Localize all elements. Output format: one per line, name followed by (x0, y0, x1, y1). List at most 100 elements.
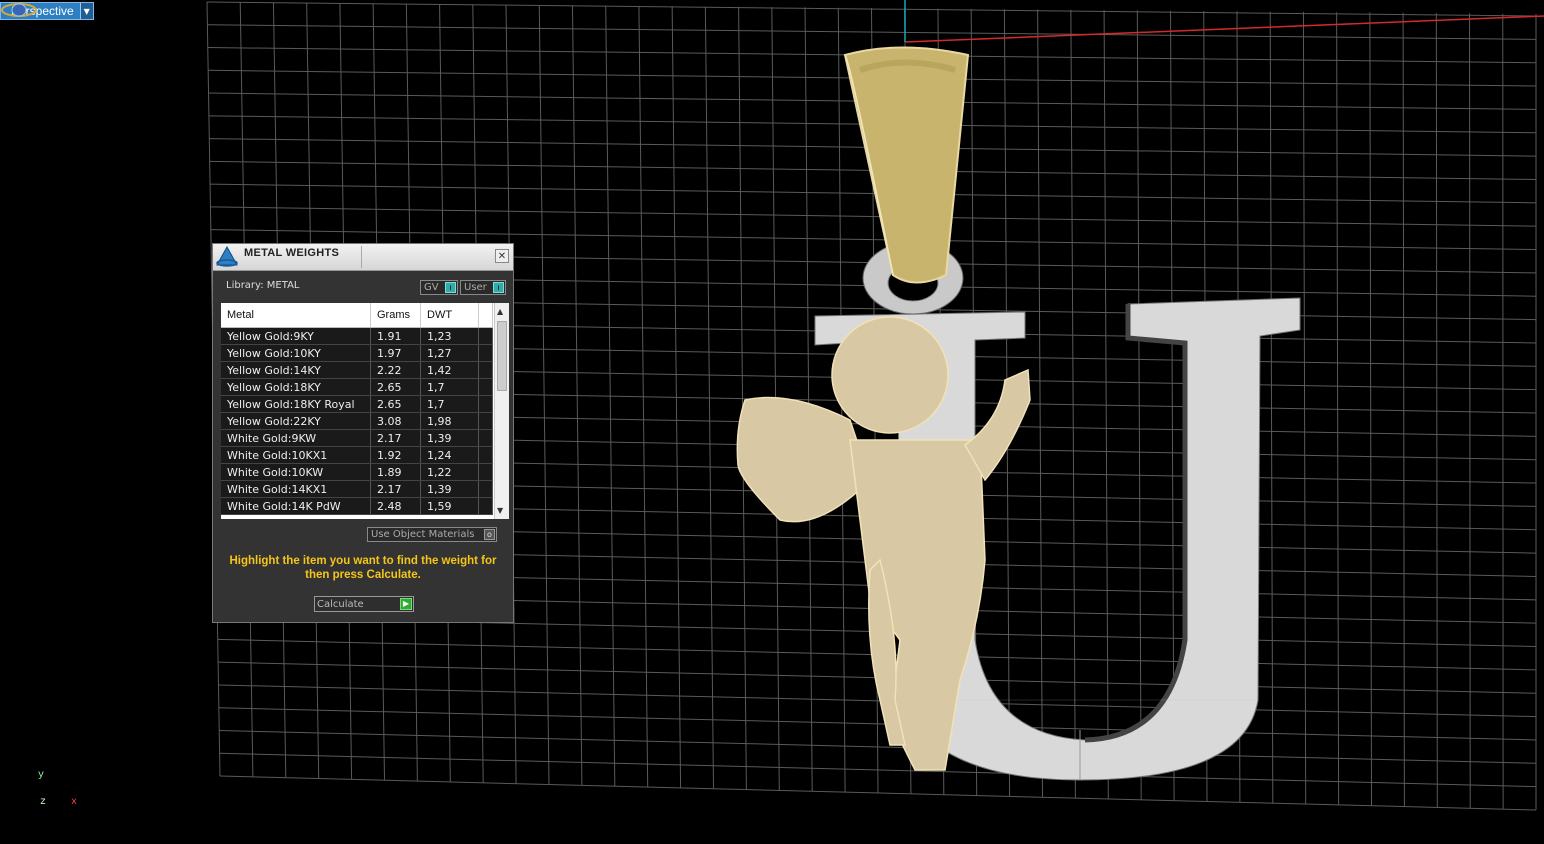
scroll-down-icon[interactable]: ▼ (497, 506, 503, 515)
pendant-bail-model[interactable] (843, 46, 970, 284)
cell-spacer (479, 328, 493, 344)
grid-line (1336, 12, 1340, 805)
table-row[interactable]: Yellow Gold:10KY 1.97 1,27 (221, 345, 493, 362)
calculate-button[interactable]: Calculate ▶ (314, 596, 414, 612)
grid-line (1369, 12, 1372, 806)
cell-spacer (479, 481, 493, 497)
grid-line (1269, 11, 1274, 804)
cell-dwt: 1,59 (421, 498, 479, 514)
scroll-up-icon[interactable]: ▲ (497, 307, 503, 316)
cell-dwt: 1,27 (421, 345, 479, 361)
cell-spacer (479, 447, 493, 463)
table-row[interactable]: White Gold:10KW 1.89 1,22 (221, 464, 493, 481)
toggle-indicator-icon: ı (493, 282, 504, 293)
metal-weights-table[interactable]: Metal Grams DWT Yellow Gold:9KY 1.91 1,23 Y… (221, 303, 509, 519)
cell-grams: 2.48 (371, 498, 421, 514)
cell-spacer (479, 413, 493, 429)
cell-spacer (479, 430, 493, 446)
column-header-spacer (479, 303, 493, 327)
cell-dwt: 1,22 (421, 464, 479, 480)
table-row[interactable]: Yellow Gold:18KY Royal 2.65 1,7 (221, 396, 493, 413)
cell-grams: 3.08 (371, 413, 421, 429)
grid-line (1469, 13, 1471, 809)
play-icon: ▶ (400, 598, 412, 610)
table-row[interactable]: White Gold:14K PdW 2.48 1,59 (221, 498, 493, 515)
user-toggle[interactable]: User ı (460, 280, 506, 295)
axis-y-label: y (38, 770, 45, 781)
cell-metal: White Gold:14KX1 (221, 481, 371, 497)
cell-grams: 2.65 (371, 396, 421, 412)
cell-grams: 1.91 (371, 328, 421, 344)
cell-metal: Yellow Gold:9KY (221, 328, 371, 344)
grid-line (1302, 11, 1307, 805)
cell-dwt: 1,98 (421, 413, 479, 429)
table-row[interactable]: White Gold:14KX1 2.17 1,39 (221, 481, 493, 498)
cell-dwt: 1,39 (421, 430, 479, 446)
view-cube-icon[interactable] (0, 0, 38, 20)
cell-metal: White Gold:10KW (221, 464, 371, 480)
cell-metal: Yellow Gold:14KY (221, 362, 371, 378)
calculate-label: Calculate (317, 598, 364, 610)
table-row[interactable]: White Gold:9KW 2.17 1,39 (221, 430, 493, 447)
matrix-logo-icon (216, 245, 238, 267)
cell-metal: White Gold:9KW (221, 430, 371, 446)
table-body: Yellow Gold:9KY 1.91 1,23 Yellow Gold:10KY 1… (221, 328, 493, 515)
cell-grams: 2.17 (371, 430, 421, 446)
close-icon[interactable]: ✕ (495, 249, 509, 263)
cell-metal: White Gold:14K PdW (221, 498, 371, 514)
column-header-grams[interactable]: Grams (371, 303, 421, 327)
metal-weights-panel[interactable]: METAL WEIGHTS ✕ Library: METAL GV ı User… (212, 243, 514, 623)
grid-line (1435, 13, 1438, 808)
cell-grams: 2.22 (371, 362, 421, 378)
table-row[interactable]: Yellow Gold:14KY 2.22 1,42 (221, 362, 493, 379)
axis-x-label: x (71, 797, 78, 808)
table-row[interactable]: Yellow Gold:22KY 3.08 1,98 (221, 413, 493, 430)
table-row[interactable]: Yellow Gold:9KY 1.91 1,23 (221, 328, 493, 345)
axis-z-label: z (40, 797, 47, 808)
cell-metal: Yellow Gold:22KY (221, 413, 371, 429)
use-object-materials-toggle[interactable]: Use Object Materials o (367, 527, 497, 542)
panel-titlebar[interactable]: METAL WEIGHTS ✕ (213, 244, 513, 271)
cell-metal: White Gold:10KX1 (221, 447, 371, 463)
titlebar-divider (361, 246, 362, 268)
cell-spacer (479, 498, 493, 514)
column-header-dwt[interactable]: DWT (421, 303, 479, 327)
table-header: Metal Grams DWT (221, 303, 493, 328)
cell-grams: 1.97 (371, 345, 421, 361)
toggle-indicator-icon: o (484, 529, 495, 540)
instruction-text: Highlight the item you want to find the … (229, 555, 497, 581)
library-label: Library: METAL (226, 280, 300, 291)
cell-spacer (479, 345, 493, 361)
scroll-thumb[interactable] (497, 321, 507, 391)
grid-line (1070, 9, 1076, 799)
cell-grams: 1.89 (371, 464, 421, 480)
user-toggle-label: User (464, 282, 487, 293)
use-object-materials-label: Use Object Materials (371, 529, 475, 540)
cell-dwt: 1,7 (421, 379, 479, 395)
column-header-metal[interactable]: Metal (221, 303, 371, 327)
cell-dwt: 1,7 (421, 396, 479, 412)
table-row[interactable]: Yellow Gold:18KY 2.65 1,7 (221, 379, 493, 396)
panel-title: METAL WEIGHTS (244, 247, 340, 259)
cell-dwt: 1,39 (421, 481, 479, 497)
grid-line (1402, 12, 1405, 807)
cell-metal: Yellow Gold:18KY Royal (221, 396, 371, 412)
cell-dwt: 1,42 (421, 362, 479, 378)
cell-metal: Yellow Gold:10KY (221, 345, 371, 361)
gv-toggle-label: GV (424, 282, 439, 293)
cell-spacer (479, 379, 493, 395)
cell-spacer (479, 396, 493, 412)
cell-spacer (479, 464, 493, 480)
cell-spacer (479, 362, 493, 378)
cell-grams: 2.17 (371, 481, 421, 497)
grid-line (1103, 10, 1109, 799)
chevron-down-icon[interactable]: ▼ (79, 3, 93, 19)
table-scrollbar[interactable]: ▲ ▼ (494, 303, 509, 519)
grid-line (1037, 9, 1043, 798)
cell-grams: 2.65 (371, 379, 421, 395)
gv-toggle[interactable]: GV ı (420, 280, 458, 295)
cell-grams: 1.92 (371, 447, 421, 463)
grid-line (1136, 10, 1142, 800)
table-row[interactable]: White Gold:10KX1 1.92 1,24 (221, 447, 493, 464)
toggle-indicator-icon: ı (445, 282, 456, 293)
